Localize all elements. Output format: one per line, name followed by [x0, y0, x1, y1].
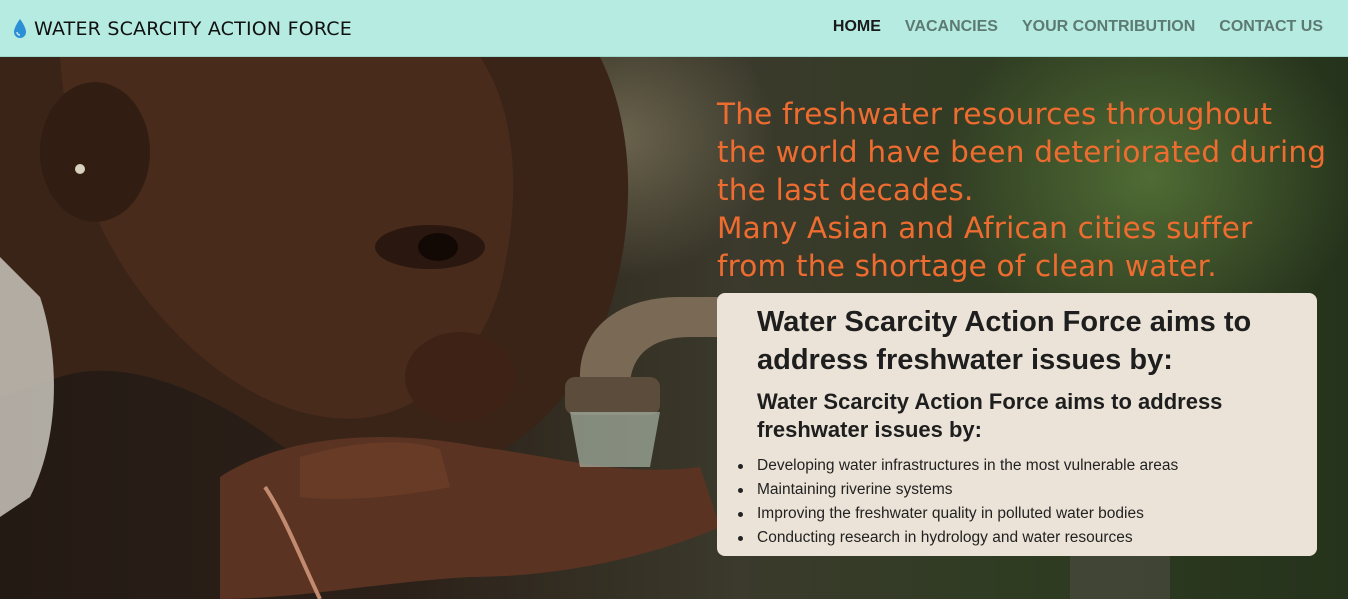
headline-line: The freshwater resources throughout — [717, 97, 1273, 131]
main-navigation: HOME VACANCIES YOUR CONTRIBUTION CONTACT… — [833, 18, 1323, 36]
mission-list-item: Conducting research in hydrology and wat… — [738, 526, 1297, 550]
mission-list-item: Improving the freshwater quality in poll… — [738, 502, 1297, 526]
mission-list-item: Maintaining riverine systems — [738, 478, 1297, 502]
headline-line: from the shortage of clean water. — [717, 249, 1217, 283]
brand-logo-link[interactable]: WATER SCARCITY ACTION FORCE — [12, 14, 352, 44]
brand-name: WATER SCARCITY ACTION FORCE — [34, 18, 352, 40]
nav-home-link[interactable]: HOME — [833, 18, 881, 36]
nav-vacancies-link[interactable]: VACANCIES — [905, 18, 998, 36]
mission-card-title: Water Scarcity Action Force aims to addr… — [757, 306, 1252, 376]
navbar: WATER SCARCITY ACTION FORCE HOME VACANCI… — [0, 0, 1348, 57]
hero-section: The freshwater resources throughout the … — [0, 57, 1348, 599]
mission-list-item: Developing water infrastructures in the … — [738, 454, 1297, 478]
headline-line: Many Asian and African cities suffer — [717, 211, 1253, 245]
headline-line: the world have been deteriorated during — [717, 135, 1327, 169]
hero-headline: The freshwater resources throughout the … — [717, 95, 1337, 285]
nav-your-contribution-link[interactable]: YOUR CONTRIBUTION — [1022, 18, 1195, 36]
mission-card-subtitle: Water Scarcity Action Force aims to addr… — [757, 389, 1223, 442]
headline-line: the last decades. — [717, 173, 974, 207]
mission-card: Water Scarcity Action Force aims to addr… — [717, 293, 1317, 556]
nav-contact-us-link[interactable]: CONTACT US — [1219, 18, 1323, 36]
water-drop-icon — [14, 19, 26, 38]
mission-list: Developing water infrastructures in the … — [738, 454, 1297, 550]
